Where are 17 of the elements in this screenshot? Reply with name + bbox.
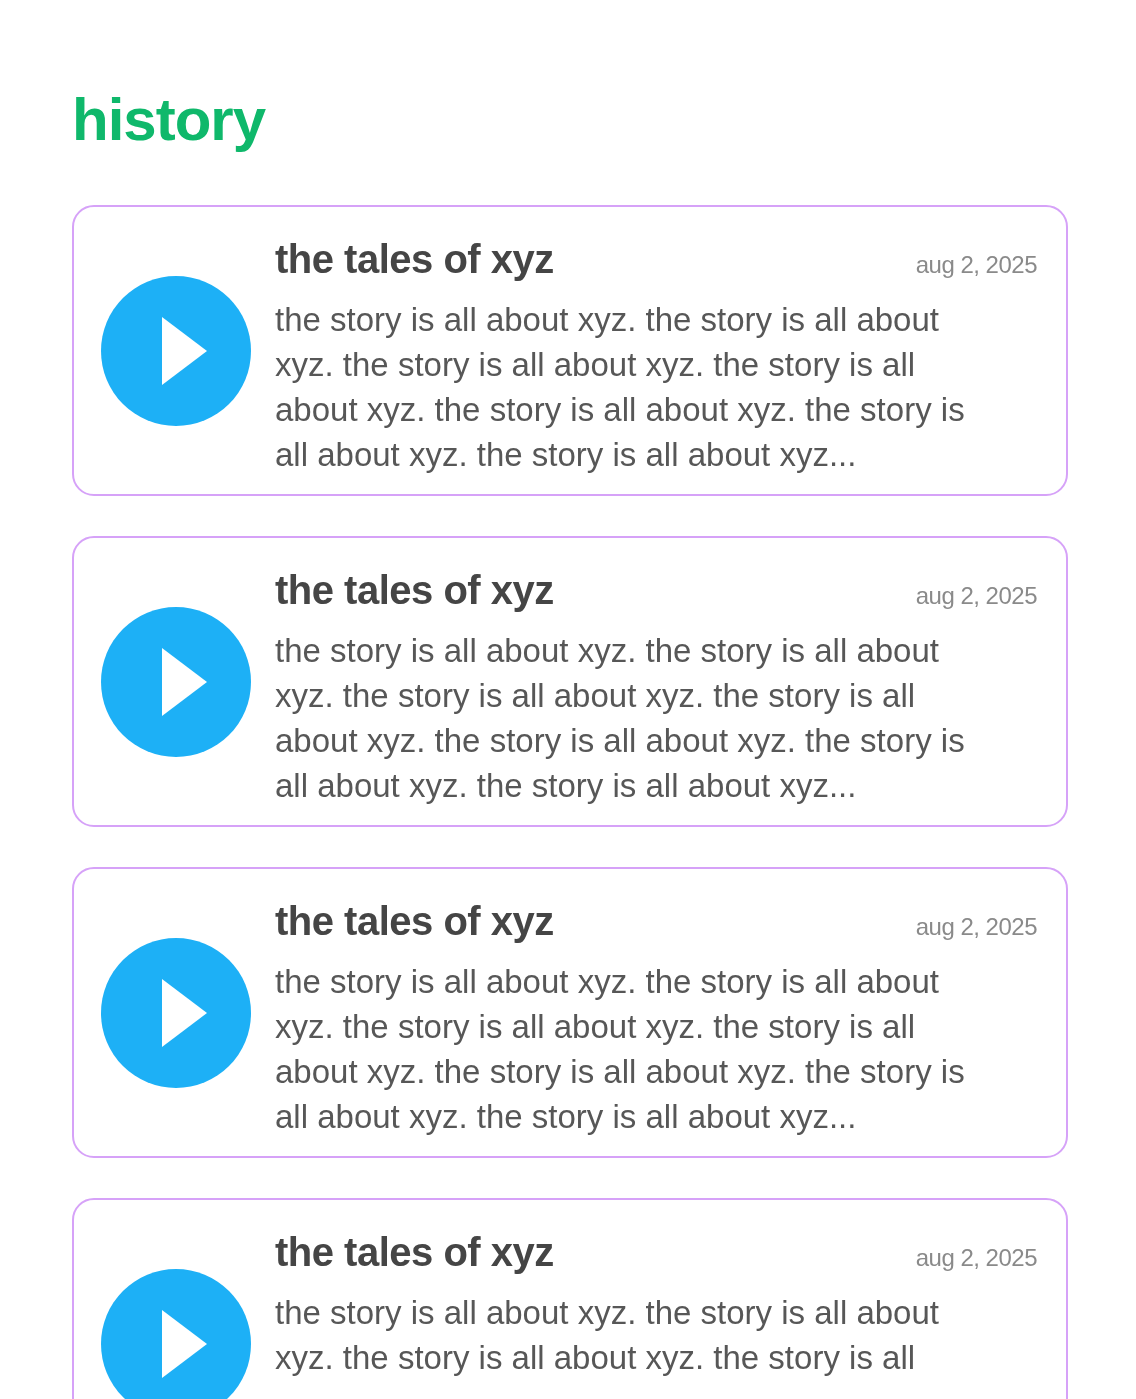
story-title: the tales of xyz bbox=[275, 236, 554, 283]
play-icon bbox=[162, 978, 207, 1047]
story-date: aug 2, 2025 bbox=[915, 250, 1037, 280]
story-description: the story is all about xyz. the story is all about xyz. the story is all about xyz. the story is all about xyz. the story is all about xyz. the story is all about xyz. the story is all about xyz... bbox=[275, 631, 966, 806]
story-description: the story is all about xyz. the story is all about xyz. the story is all about xyz. the story is all bbox=[275, 1293, 940, 1378]
play-icon bbox=[162, 1309, 207, 1378]
story-title: the tales of xyz bbox=[275, 1229, 554, 1276]
story-description: the story is all about xyz. the story is all about xyz. the story is all about xyz. the story is all about xyz. the story is all about xyz. the story is all about xyz. the story is all about xyz... bbox=[275, 300, 966, 475]
play-icon bbox=[162, 316, 207, 385]
story-title: the tales of xyz bbox=[275, 567, 554, 614]
story-description: the story is all about xyz. the story is all about xyz. the story is all about xyz. the story is all about xyz. the story is all about xyz. the story is all about xyz. the story is all about xyz... bbox=[275, 962, 966, 1137]
story-date: aug 2, 2025 bbox=[915, 1243, 1037, 1273]
story-date: aug 2, 2025 bbox=[915, 581, 1037, 611]
story-date: aug 2, 2025 bbox=[915, 912, 1037, 942]
page-heading: history bbox=[72, 85, 266, 155]
play-icon bbox=[162, 647, 207, 716]
story-title: the tales of xyz bbox=[275, 898, 554, 945]
